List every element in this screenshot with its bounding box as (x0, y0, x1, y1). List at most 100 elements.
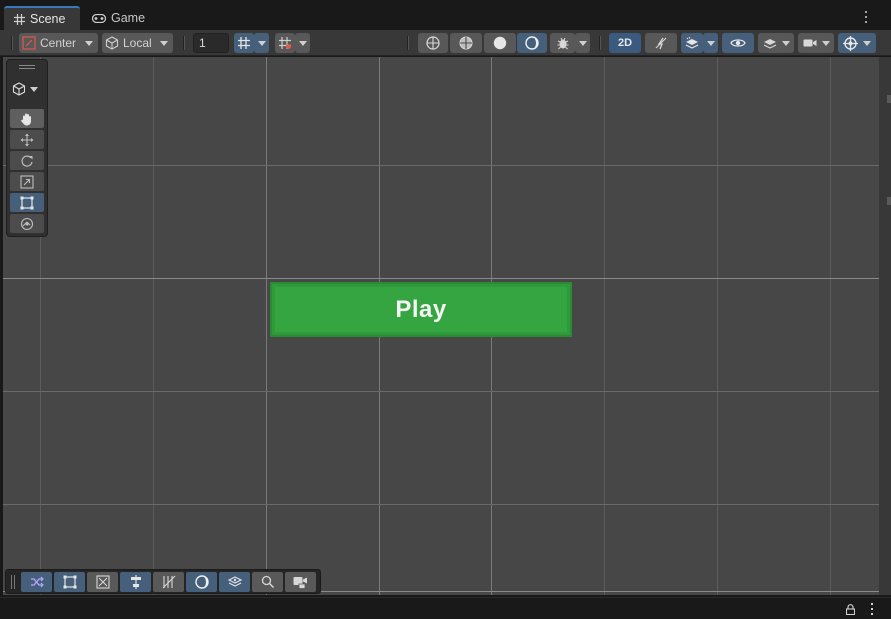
chevron-down-icon (257, 40, 266, 46)
tool-context-dropdown[interactable] (12, 82, 38, 96)
tab-bar: Scene Game (0, 0, 891, 30)
layers-icon (763, 36, 777, 50)
scene-lighting-toggle[interactable] (645, 33, 677, 53)
transform-tool-button[interactable] (10, 214, 44, 233)
scene-effects-dropdown[interactable] (703, 33, 718, 53)
transform-globe-icon (20, 217, 34, 231)
tab-scene[interactable]: Scene (4, 6, 80, 30)
grid-line (3, 165, 879, 166)
grid-line (266, 57, 267, 595)
shuffle-overlay-button[interactable] (21, 572, 52, 592)
rect-tool-button[interactable] (10, 193, 44, 212)
anchor-overlay-button[interactable] (87, 572, 118, 592)
unlit-lighting-button[interactable] (517, 33, 547, 53)
chevron-down-icon (30, 86, 38, 92)
layers-overlay-button[interactable] (219, 572, 250, 592)
scene-effects-toggle[interactable] (681, 33, 703, 53)
eye-icon (730, 37, 746, 49)
lighting-moon-icon (525, 36, 539, 50)
grid-lines-icon (162, 575, 176, 589)
increment-snap-toggle[interactable] (275, 33, 295, 53)
toolbar-separator (407, 36, 409, 50)
grid-line (3, 504, 879, 505)
camera-overlay-button[interactable] (285, 572, 316, 592)
overlay-grip[interactable] (11, 575, 15, 589)
wireframe-shading-button[interactable] (418, 33, 448, 53)
pivot-rotation-dropdown[interactable]: Local (102, 33, 173, 53)
overlay-grip[interactable] (19, 65, 35, 69)
align-overlay-button[interactable] (120, 572, 151, 592)
camera-icon (803, 37, 817, 49)
move-tool-button[interactable] (10, 130, 44, 149)
rotate-icon (20, 154, 34, 168)
grid-line (717, 57, 718, 595)
panel-marker (887, 197, 891, 205)
tab-game-label: Game (111, 11, 146, 25)
shaded-button[interactable] (484, 33, 516, 53)
grid-snap-dropdown[interactable] (254, 33, 269, 53)
layers-dropdown[interactable] (758, 33, 794, 53)
chevron-down-icon (821, 40, 830, 46)
debug-draw-mode-dropdown[interactable] (575, 33, 590, 53)
panel-marker (887, 95, 891, 103)
shaded-sphere-icon (493, 36, 507, 50)
debug-draw-mode-button[interactable] (550, 33, 575, 53)
layers-icon (227, 575, 242, 589)
increment-snap-dropdown[interactable] (295, 33, 310, 53)
grid-line (3, 278, 879, 279)
more-menu-icon[interactable] (869, 603, 875, 615)
hand-icon (20, 112, 34, 126)
grid-icon (14, 13, 25, 25)
camera-dropdown[interactable] (798, 33, 834, 53)
local-cube-icon (105, 36, 119, 50)
pivot-mode-dropdown[interactable]: Center (19, 33, 98, 53)
rect-overlay-button[interactable] (54, 572, 85, 592)
gizmo-globe-icon (843, 35, 858, 51)
tab-more-menu-icon[interactable] (861, 10, 871, 24)
toolbar-separator (183, 36, 185, 50)
pivot-mode-label: Center (40, 36, 77, 50)
grid-line (3, 391, 879, 392)
play-button[interactable]: Play (270, 282, 572, 337)
2d-mode-toggle[interactable]: 2D (609, 33, 641, 53)
search-overlay-button[interactable] (252, 572, 283, 592)
rect-transform-icon (20, 196, 34, 210)
increment-snap-icon (278, 36, 292, 50)
grid-line (153, 57, 154, 595)
toolbar-grip (11, 36, 13, 50)
status-bar (0, 597, 891, 619)
tab-scene-label: Scene (30, 12, 66, 26)
shaded-wireframe-button[interactable] (450, 33, 482, 53)
align-icon (129, 575, 143, 589)
effects-layers-icon (685, 36, 699, 50)
shuffle-icon (30, 576, 44, 588)
chevron-down-icon (85, 40, 93, 46)
lighting-overlay-button[interactable] (186, 572, 217, 592)
scene-visibility-toggle[interactable] (722, 33, 754, 53)
scale-tool-button[interactable] (10, 172, 44, 191)
grid-snap-toggle[interactable] (234, 33, 254, 53)
cube-icon (12, 82, 26, 96)
grid-line (830, 57, 831, 595)
grid-size-field[interactable]: 1 (193, 33, 229, 53)
move-arrows-icon (20, 133, 34, 147)
chevron-down-icon (706, 40, 715, 46)
grid-line (604, 57, 605, 595)
tab-game[interactable]: Game (82, 6, 155, 30)
gamepad-icon (92, 13, 106, 23)
hand-tool-button[interactable] (10, 109, 44, 128)
bug-icon (556, 36, 570, 50)
lighting-moon-icon (194, 575, 209, 589)
lock-icon[interactable] (846, 604, 855, 615)
bottom-overlay-toolbar (5, 569, 321, 594)
grid-overlay-button[interactable] (153, 572, 184, 592)
shaded-wireframe-sphere-icon (459, 36, 473, 50)
rotate-tool-button[interactable] (10, 151, 44, 170)
scale-icon (20, 174, 34, 189)
gizmos-dropdown[interactable] (838, 33, 876, 53)
rect-transform-icon (63, 575, 77, 589)
chevron-down-icon (160, 40, 168, 46)
right-panel-edge (879, 57, 891, 595)
chevron-down-icon (298, 40, 307, 46)
toolbar-separator (599, 36, 601, 50)
